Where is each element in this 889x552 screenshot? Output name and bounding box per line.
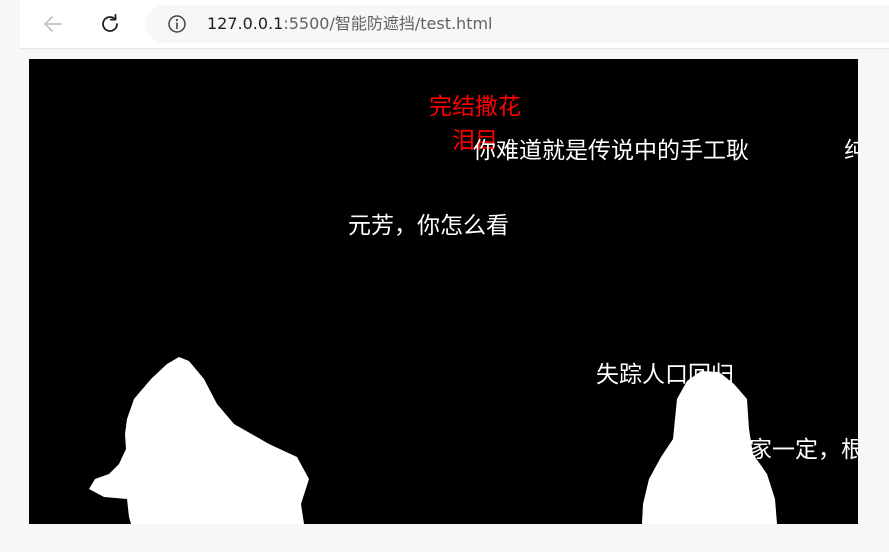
person-silhouette-left: [89, 357, 309, 524]
reload-button[interactable]: [95, 9, 125, 39]
reload-icon: [102, 13, 118, 32]
url-text[interactable]: 127.0.0.1:5500/智能防遮挡/test.html: [207, 14, 493, 34]
video-viewport[interactable]: 完结撒花泪目 你难道就是传说中的手工耿 纯 元芳，你怎么看 失踪人口回归 家一定…: [29, 59, 858, 524]
url-host: 127.0.0.1: [207, 14, 284, 33]
info-icon[interactable]: [167, 14, 187, 34]
person-silhouette-right: [642, 371, 777, 524]
person-silhouette-mask: [89, 357, 777, 524]
browser-toolbar: 127.0.0.1:5500/智能防遮挡/test.html: [0, 0, 889, 50]
back-button[interactable]: [38, 9, 68, 39]
arrow-left-icon: [44, 16, 62, 32]
url-path: :5500/智能防遮挡/test.html: [283, 14, 493, 33]
address-bar[interactable]: 127.0.0.1:5500/智能防遮挡/test.html: [145, 5, 889, 43]
